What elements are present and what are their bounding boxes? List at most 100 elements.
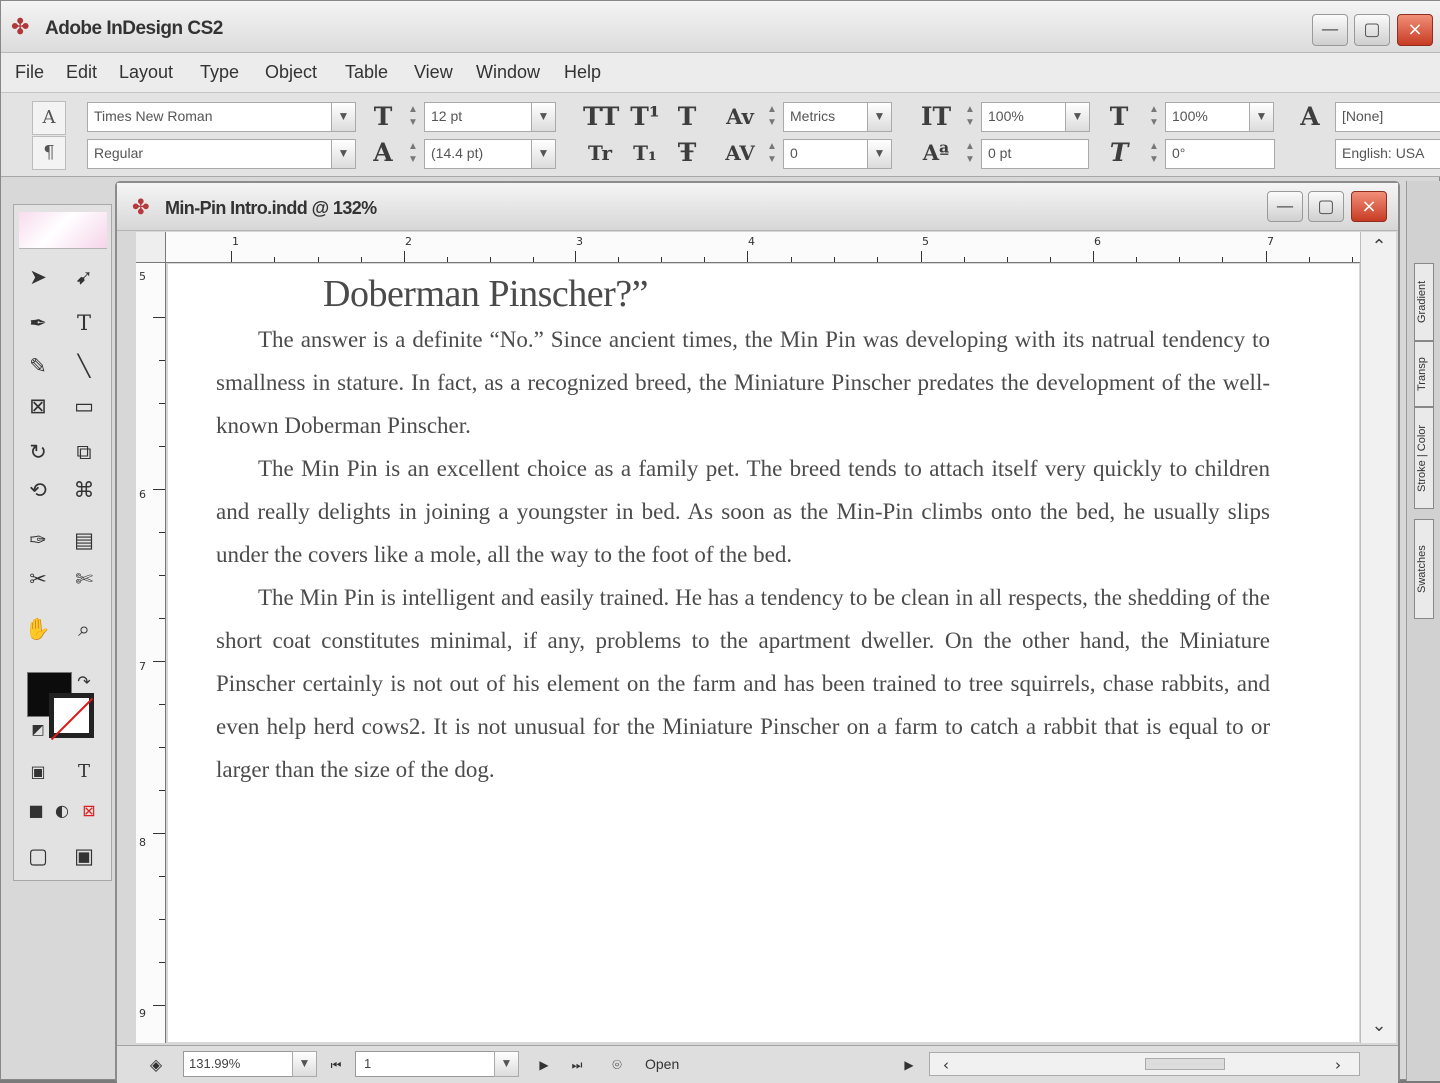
baseline-shift-stepper[interactable]: ▲ ▼ — [963, 140, 977, 168]
apply-none-icon[interactable]: ⊠ — [72, 794, 106, 828]
stroke-swatch[interactable] — [49, 693, 94, 738]
next-page-icon[interactable]: ▶ — [530, 1048, 558, 1076]
tracking-dropdown-icon[interactable]: ▼ — [867, 139, 892, 169]
leading-field[interactable]: (14.4 pt) — [424, 139, 532, 169]
menu-window[interactable]: Window — [476, 62, 540, 83]
menu-file[interactable]: File — [15, 62, 44, 83]
button-tool-icon[interactable]: ✂ — [21, 562, 55, 596]
rectangle-frame-tool-icon[interactable]: ⊠ — [21, 389, 55, 423]
font-family-dropdown-icon[interactable]: ▼ — [331, 102, 356, 132]
menu-type[interactable]: Type — [200, 62, 239, 83]
swap-fill-stroke-icon[interactable]: ↷ — [67, 665, 101, 699]
underline-button[interactable]: T — [670, 100, 704, 134]
horizontal-scrollbar[interactable]: ‹ › — [929, 1052, 1360, 1076]
tracking-field[interactable]: 0 — [783, 139, 868, 169]
first-page-icon[interactable]: ⏮ — [322, 1048, 350, 1076]
horizontal-scroll-thumb[interactable] — [1145, 1058, 1225, 1070]
paragraph-formatting-controls-button[interactable]: ¶ — [32, 136, 66, 170]
pencil-tool-icon[interactable]: ✎ — [21, 349, 55, 383]
page-navigator-icon[interactable]: ◈ — [141, 1048, 171, 1078]
subscript-button[interactable]: T₁ — [628, 136, 662, 170]
document-maximize-button[interactable]: ▢ — [1308, 191, 1344, 222]
vertical-scrollbar[interactable]: ⌃ ⌄ — [1360, 232, 1396, 1043]
character-style-field[interactable]: [None] — [1335, 102, 1440, 132]
kerning-field[interactable]: Metrics — [783, 102, 868, 132]
scroll-right-icon[interactable]: › — [1326, 1048, 1350, 1074]
page-dropdown-icon[interactable]: ▼ — [494, 1051, 519, 1077]
language-field[interactable]: English: USA — [1335, 139, 1440, 169]
eyedropper-tool-icon[interactable]: ✑ — [21, 523, 55, 557]
minimize-button[interactable]: — — [1312, 14, 1348, 46]
font-family-field[interactable]: Times New Roman — [87, 102, 332, 132]
tracking-stepper[interactable]: ▲ ▼ — [765, 140, 779, 168]
document-close-button[interactable]: × — [1351, 191, 1387, 222]
shear-tool-icon[interactable]: ⟲ — [21, 473, 55, 507]
skew-field[interactable]: 0° — [1165, 139, 1275, 169]
font-size-dropdown-icon[interactable]: ▼ — [531, 102, 556, 132]
hand-tool-icon[interactable]: ✋ — [21, 612, 55, 646]
zoom-level-field[interactable]: 131.99% — [183, 1051, 293, 1077]
horizontal-scale-dropdown-icon[interactable]: ▼ — [1249, 102, 1274, 132]
menu-view[interactable]: View — [414, 62, 453, 83]
font-size-stepper[interactable]: ▲ ▼ — [406, 103, 420, 131]
ruler-origin[interactable] — [136, 232, 166, 263]
page-number-field[interactable]: 1 — [355, 1051, 495, 1077]
swatches-panel-tab[interactable]: Swatches — [1414, 519, 1434, 619]
gradient-panel-tab[interactable]: Gradient — [1414, 263, 1434, 341]
vertical-scale-dropdown-icon[interactable]: ▼ — [1065, 102, 1090, 132]
direct-selection-tool-icon[interactable]: ➹ — [67, 260, 101, 294]
last-page-icon[interactable]: ⏭ — [563, 1048, 591, 1076]
formatting-container-icon[interactable]: ▣ — [21, 755, 55, 789]
document-body-text[interactable]: The answer is a definite “No.” Since anc… — [216, 318, 1270, 791]
type-tool-icon[interactable]: T — [67, 306, 101, 340]
all-caps-button[interactable]: TT — [583, 100, 619, 134]
leading-stepper[interactable]: ▲ ▼ — [406, 140, 420, 168]
preview-mode-icon[interactable]: ▣ — [67, 839, 101, 873]
formatting-text-icon[interactable]: T — [67, 755, 101, 789]
free-transform-tool-icon[interactable]: ⌘ — [67, 473, 101, 507]
normal-view-mode-icon[interactable]: ▢ — [21, 839, 55, 873]
zoom-tool-icon[interactable]: ⌕ — [67, 612, 101, 646]
default-fill-stroke-icon[interactable]: ◩ — [21, 713, 55, 747]
scroll-left-icon[interactable]: ‹ — [934, 1048, 958, 1074]
vertical-scale-stepper[interactable]: ▲ ▼ — [963, 103, 977, 131]
line-tool-icon[interactable]: ╲ — [67, 349, 101, 383]
document-minimize-button[interactable]: — — [1267, 191, 1303, 222]
strikethrough-button[interactable]: Ŧ — [670, 136, 704, 170]
kerning-dropdown-icon[interactable]: ▼ — [867, 102, 892, 132]
menu-layout[interactable]: Layout — [119, 62, 173, 83]
skew-stepper[interactable]: ▲ ▼ — [1147, 140, 1161, 168]
menu-edit[interactable]: Edit — [66, 62, 97, 83]
superscript-button[interactable]: T¹ — [628, 100, 662, 134]
small-caps-button[interactable]: Tr — [583, 136, 617, 170]
horizontal-scale-stepper[interactable]: ▲ ▼ — [1147, 103, 1161, 131]
document-page[interactable]: Doberman Pinscher?” The answer is a defi… — [168, 264, 1359, 1042]
rotate-tool-icon[interactable]: ↻ — [21, 435, 55, 469]
scale-tool-icon[interactable]: ⧉ — [67, 435, 101, 469]
transparency-panel-tab[interactable]: Transp — [1414, 341, 1434, 407]
gradient-tool-icon[interactable]: ▤ — [67, 523, 101, 557]
character-formatting-controls-button[interactable]: A — [32, 101, 66, 135]
selection-tool-icon[interactable]: ➤ — [21, 260, 55, 294]
vertical-scale-field[interactable]: 100% — [981, 102, 1066, 132]
kerning-stepper[interactable]: ▲ ▼ — [765, 103, 779, 131]
leading-dropdown-icon[interactable]: ▼ — [531, 139, 556, 169]
zoom-dropdown-icon[interactable]: ▼ — [292, 1051, 317, 1077]
scissors-tool-icon[interactable]: ✄ — [67, 562, 101, 596]
font-size-field[interactable]: 12 pt — [424, 102, 532, 132]
scroll-up-icon[interactable]: ⌃ — [1367, 236, 1391, 260]
scroll-down-icon[interactable]: ⌄ — [1367, 1015, 1391, 1039]
pen-tool-icon[interactable]: ✒ — [21, 306, 55, 340]
menu-table[interactable]: Table — [345, 62, 388, 83]
status-menu-icon[interactable]: ▶ — [895, 1048, 923, 1076]
menu-help[interactable]: Help — [564, 62, 601, 83]
font-style-field[interactable]: Regular — [87, 139, 332, 169]
stroke-color-panel-tab[interactable]: Stroke | Color — [1414, 407, 1434, 509]
horizontal-scale-field[interactable]: 100% — [1165, 102, 1250, 132]
maximize-button[interactable]: ▢ — [1354, 14, 1390, 46]
font-style-dropdown-icon[interactable]: ▼ — [331, 139, 356, 169]
baseline-shift-field[interactable]: 0 pt — [981, 139, 1089, 169]
close-button[interactable]: × — [1397, 14, 1433, 46]
rectangle-tool-icon[interactable]: ▭ — [67, 389, 101, 423]
menu-object[interactable]: Object — [265, 62, 317, 83]
